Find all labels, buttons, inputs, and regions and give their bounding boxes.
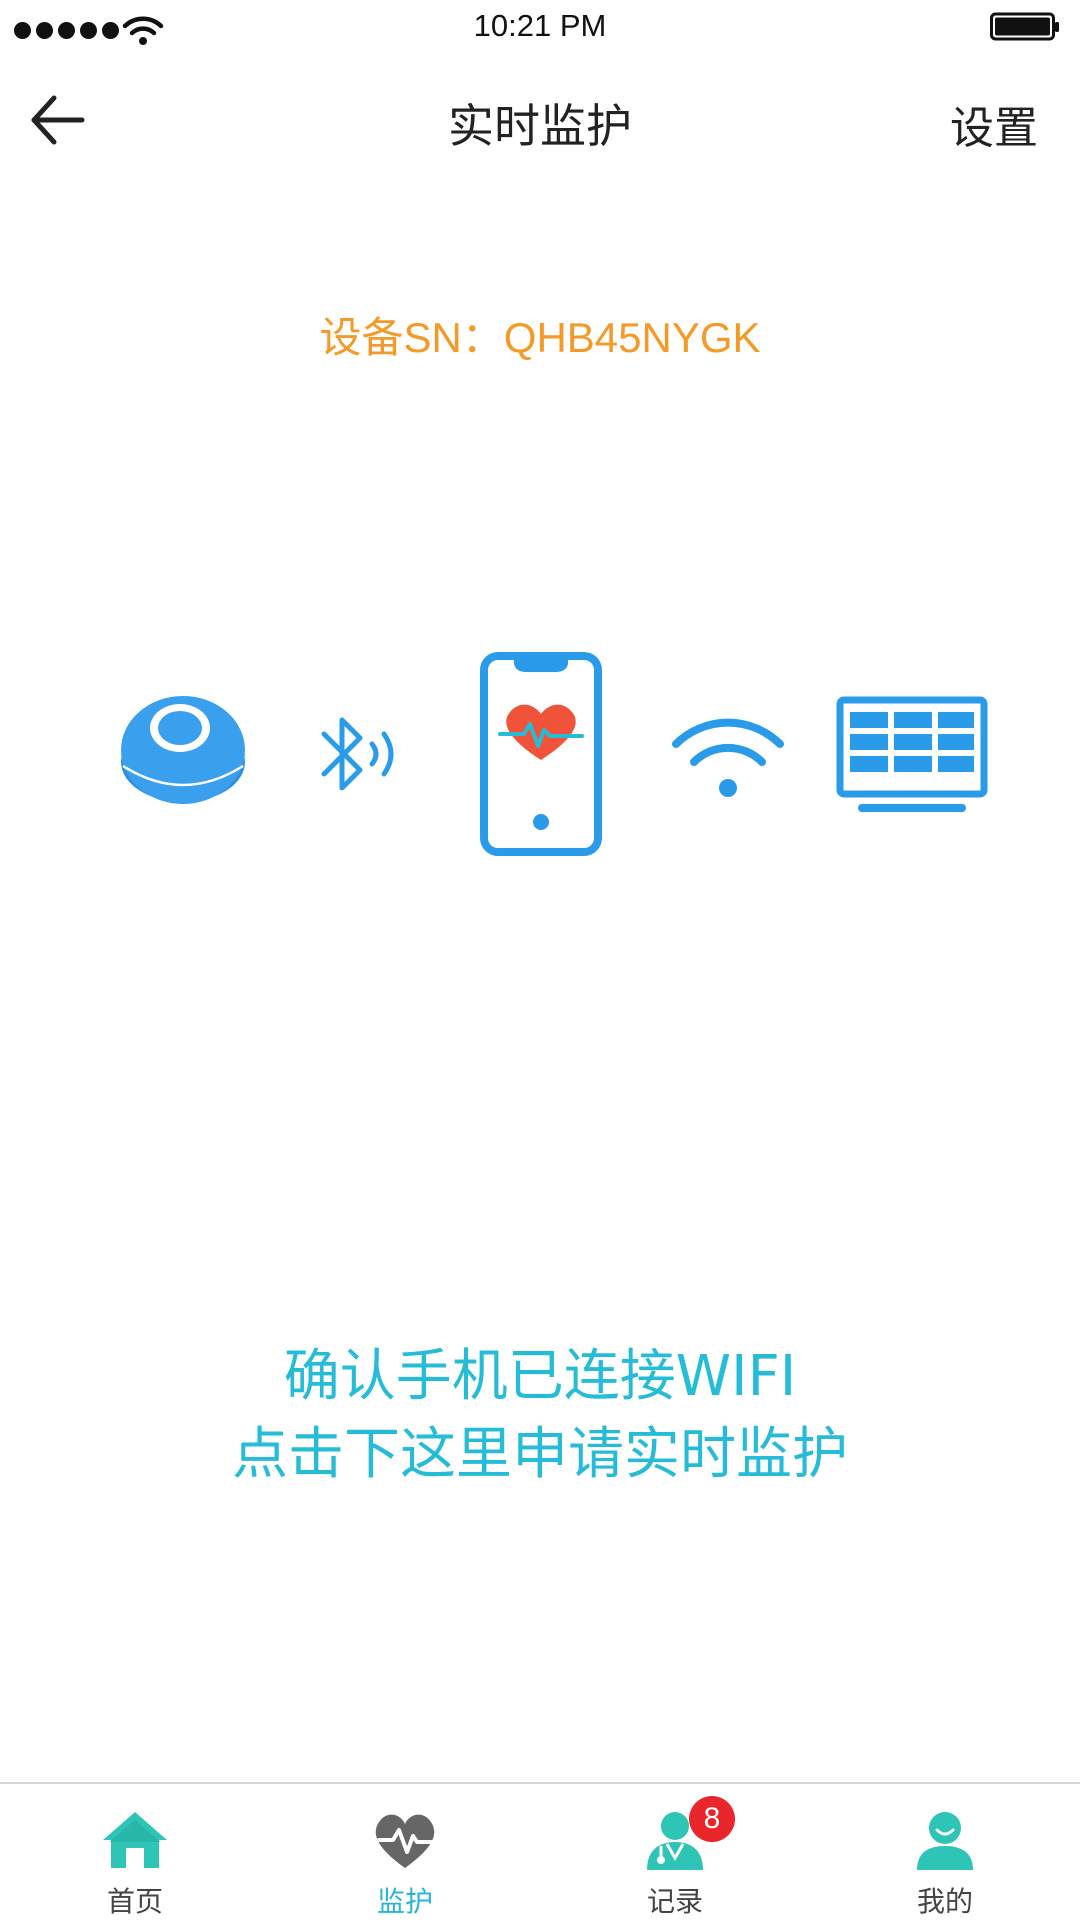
battery-icon bbox=[990, 12, 1059, 41]
heart-pulse-icon bbox=[375, 1814, 435, 1868]
page-title: 实时监护 bbox=[448, 99, 632, 153]
tab-label: 监护 bbox=[376, 1885, 433, 1918]
device-sn-label: 设备SN：QHB45NYGK bbox=[319, 314, 761, 361]
tab-label: 我的 bbox=[916, 1885, 973, 1918]
instruction-line-2: 点击下这里申请实时监护 bbox=[232, 1422, 848, 1487]
tab-label: 记录 bbox=[646, 1885, 703, 1918]
tab-bar: 首页 监护 8 记录 我的 bbox=[0, 1782, 1080, 1922]
tab-monitor[interactable]: 监护 bbox=[270, 1784, 540, 1922]
tab-mine[interactable]: 我的 bbox=[810, 1784, 1080, 1922]
tab-records[interactable]: 8 记录 bbox=[540, 1784, 810, 1922]
notification-badge: 8 bbox=[689, 1796, 735, 1842]
nav-bar: 实时监护 设置 bbox=[0, 70, 1080, 170]
profile-icon bbox=[917, 1812, 973, 1870]
settings-button[interactable]: 设置 bbox=[950, 92, 1038, 156]
request-monitoring-button[interactable]: 确认手机已连接WIFI 点击下这里申请实时监护 bbox=[0, 1338, 1080, 1494]
instruction-line-1: 确认手机已连接WIFI bbox=[283, 1344, 797, 1409]
wifi-icon bbox=[672, 718, 784, 797]
connection-diagram bbox=[0, 640, 1080, 870]
tab-home[interactable]: 首页 bbox=[0, 1784, 270, 1922]
sensor-device-icon bbox=[121, 696, 245, 804]
phone-heart-icon bbox=[480, 652, 602, 856]
tab-label: 首页 bbox=[106, 1885, 163, 1918]
monitor-screen-icon bbox=[836, 696, 988, 812]
bluetooth-icon bbox=[321, 717, 394, 791]
status-bar: 10:21 PM bbox=[0, 0, 1080, 60]
home-icon bbox=[103, 1812, 167, 1868]
status-time: 10:21 PM bbox=[473, 8, 607, 43]
